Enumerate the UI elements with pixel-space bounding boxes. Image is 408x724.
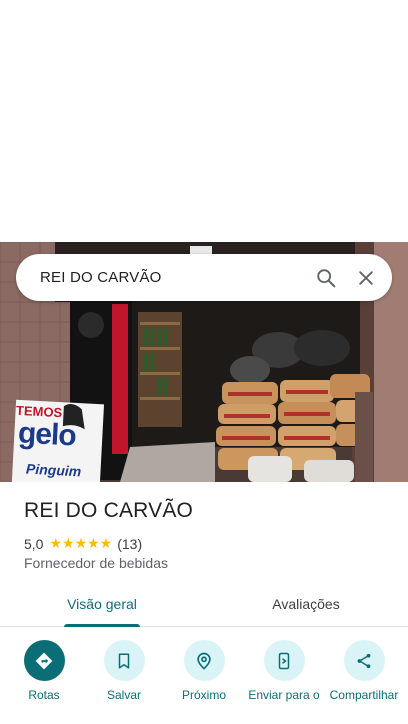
place-title: REI DO CARVÃO — [24, 499, 194, 522]
nearby-button[interactable]: Próximo — [168, 640, 240, 702]
place-category: Fornecedor de bebidas — [24, 555, 168, 571]
sign-text-bottom: Pinguim — [25, 460, 82, 480]
rating-row[interactable]: 5,0 ★★★★★ (13) — [24, 535, 142, 552]
tab-reviews[interactable]: Avaliações — [204, 586, 408, 626]
action-bar: Rotas Salvar Próximo Enviar para o Compa… — [0, 640, 408, 702]
tab-bar: Visão geral Avaliações — [0, 586, 408, 627]
directions-label: Rotas — [28, 688, 60, 702]
close-icon[interactable] — [346, 258, 386, 298]
rating-value: 5,0 — [24, 535, 44, 552]
tab-reviews-label: Avaliações — [272, 596, 340, 612]
send-to-phone-label: Enviar para o — [248, 688, 320, 702]
search-query[interactable]: REI DO CARVÃO — [40, 269, 306, 286]
sign-text-main: gelo — [17, 416, 77, 453]
directions-icon[interactable] — [23, 640, 65, 681]
tab-overview-label: Visão geral — [67, 596, 137, 612]
save-button[interactable]: Salvar — [88, 640, 160, 702]
nearby-icon[interactable] — [183, 640, 225, 681]
review-count[interactable]: (13) — [117, 536, 142, 552]
share-icon[interactable] — [343, 640, 385, 681]
bookmark-icon[interactable] — [103, 640, 145, 681]
save-label: Salvar — [106, 688, 141, 702]
nearby-label: Próximo — [181, 688, 226, 702]
send-to-phone-icon[interactable] — [263, 640, 305, 681]
share-label: Compartilhar — [329, 688, 399, 702]
directions-button[interactable]: Rotas — [8, 640, 80, 702]
star-rating: ★★★★★ — [49, 535, 113, 551]
search-bar[interactable]: REI DO CARVÃO — [16, 254, 392, 301]
share-button[interactable]: Compartilhar — [328, 640, 400, 702]
active-tab-indicator — [64, 624, 140, 627]
tab-overview[interactable]: Visão geral — [0, 586, 204, 627]
send-to-phone-button[interactable]: Enviar para o — [248, 640, 320, 702]
search-icon[interactable] — [306, 258, 346, 298]
place-screen: TEMOS gelo Pinguim REI DO CARVÃO REI DO … — [0, 0, 408, 724]
